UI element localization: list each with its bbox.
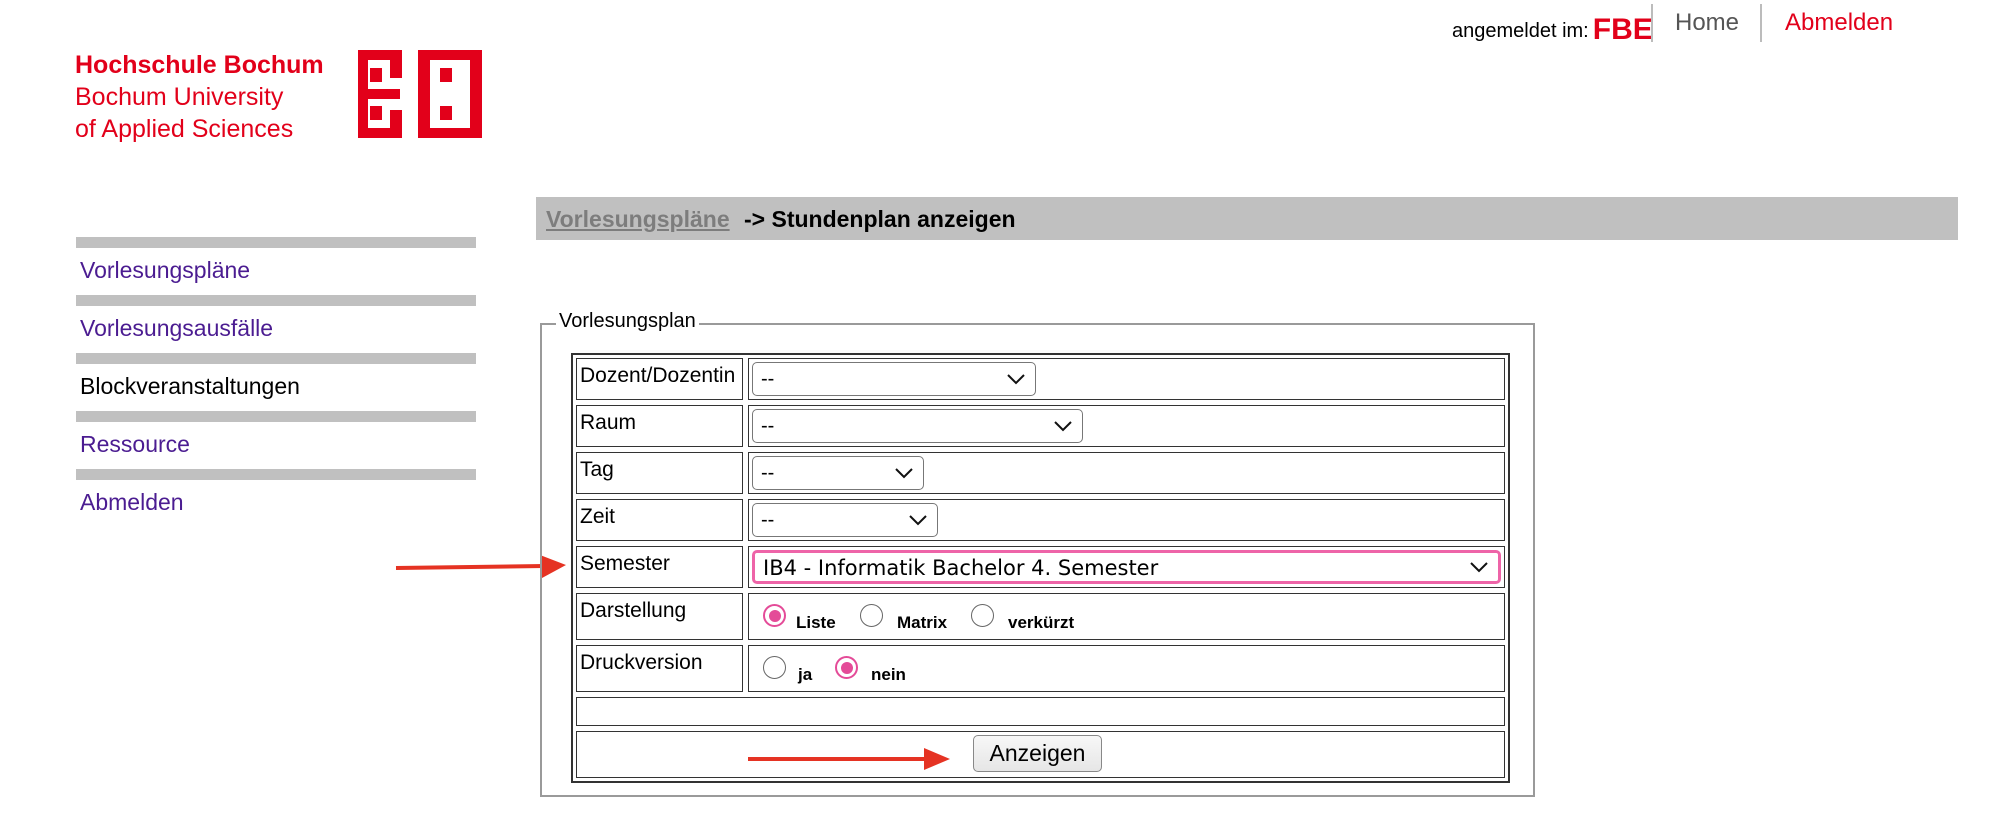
- radio-verkuerzt[interactable]: [971, 604, 994, 627]
- department-label: FBE: [1592, 13, 1653, 46]
- tag-select[interactable]: --: [752, 456, 924, 490]
- chevron-down-icon: [1470, 562, 1488, 573]
- dozent-label: Dozent/Dozentin: [576, 358, 743, 400]
- home-link[interactable]: Home: [1675, 9, 1739, 37]
- chevron-down-icon: [895, 468, 913, 479]
- radio-nein-label: nein: [871, 665, 906, 684]
- zeit-label: Zeit: [576, 499, 743, 541]
- zeit-select-value: --: [761, 509, 775, 531]
- semester-select[interactable]: IB4 - Informatik Bachelor 4. Semester: [752, 550, 1501, 584]
- breadcrumb: Vorlesungspläne -> Stundenplan anzeigen: [536, 197, 1958, 240]
- sidebar-separator: [76, 237, 476, 248]
- sidebar-separator: [76, 295, 476, 306]
- dozent-select[interactable]: --: [752, 362, 1036, 396]
- sidebar-item-abmelden[interactable]: Abmelden: [80, 489, 184, 516]
- radio-nein[interactable]: [835, 656, 858, 679]
- empty-row: [576, 697, 1505, 726]
- divider: [1760, 4, 1762, 42]
- sidebar-separator: [76, 469, 476, 480]
- raum-cell: --: [748, 405, 1505, 447]
- fieldset-legend: Vorlesungsplan: [556, 310, 699, 333]
- breadcrumb-current: -> Stundenplan anzeigen: [744, 206, 1016, 232]
- top-bar: angemeldet im: FBE Home Abmelden: [1452, 0, 2012, 46]
- logged-in-indicator: angemeldet im: FBE: [1452, 11, 1653, 46]
- logout-link[interactable]: Abmelden: [1785, 9, 1893, 37]
- sidebar-item-blockveranstaltungen[interactable]: Blockveranstaltungen: [80, 373, 300, 400]
- druckversion-label: Druckversion: [576, 645, 743, 692]
- radio-ja[interactable]: [763, 656, 786, 679]
- radio-matrix[interactable]: [860, 604, 883, 627]
- sidebar-item-vorlesungsausfaelle[interactable]: Vorlesungsausfälle: [80, 315, 273, 342]
- submit-row: Anzeigen: [576, 731, 1505, 778]
- breadcrumb-link-vorlesungsplaene[interactable]: Vorlesungspläne: [546, 206, 730, 233]
- dozent-select-value: --: [761, 368, 775, 390]
- dozent-cell: --: [748, 358, 1505, 400]
- semester-select-value: IB4 - Informatik Bachelor 4. Semester: [763, 556, 1159, 580]
- tag-label: Tag: [576, 452, 743, 494]
- sidebar-item-vorlesungsplaene[interactable]: Vorlesungspläne: [80, 257, 250, 284]
- zeit-select[interactable]: --: [752, 503, 938, 537]
- chevron-down-icon: [909, 515, 927, 526]
- lecture-plan-fieldset: Vorlesungsplan Dozent/Dozentin -- Raum -…: [540, 310, 1535, 797]
- radio-matrix-label: Matrix: [897, 613, 948, 632]
- university-logo-text: Hochschule Bochum Bochum University of A…: [75, 49, 324, 145]
- bo-logo-mark: [358, 50, 482, 138]
- darstellung-label: Darstellung: [576, 593, 743, 640]
- semester-cell: IB4 - Informatik Bachelor 4. Semester: [748, 546, 1505, 588]
- semester-label: Semester: [576, 546, 743, 588]
- druckversion-cell: ja nein: [748, 645, 1505, 692]
- logged-in-label: angemeldet im:: [1452, 20, 1589, 42]
- sidebar-separator: [76, 353, 476, 364]
- raum-select[interactable]: --: [752, 409, 1083, 443]
- sidebar-item-ressource[interactable]: Ressource: [80, 431, 190, 458]
- radio-ja-label: ja: [798, 665, 813, 684]
- raum-label: Raum: [576, 405, 743, 447]
- zeit-cell: --: [748, 499, 1505, 541]
- chevron-down-icon: [1054, 421, 1072, 432]
- tag-select-value: --: [761, 462, 775, 484]
- radio-liste[interactable]: [763, 604, 786, 627]
- logo-line-1: Hochschule Bochum: [75, 51, 324, 79]
- logo-line-2: Bochum University: [75, 83, 284, 111]
- sidebar-separator: [76, 411, 476, 422]
- chevron-down-icon: [1007, 374, 1025, 385]
- logo-line-3: of Applied Sciences: [75, 115, 294, 143]
- form-table: Dozent/Dozentin -- Raum -- Tag -- Zeit -…: [571, 353, 1510, 783]
- tag-cell: --: [748, 452, 1505, 494]
- raum-select-value: --: [761, 415, 775, 437]
- divider: [1651, 4, 1653, 42]
- anzeigen-button[interactable]: Anzeigen: [973, 735, 1102, 772]
- radio-verkuerzt-label: verkürzt: [1008, 613, 1075, 632]
- darstellung-cell: Liste Matrix verkürzt: [748, 593, 1505, 640]
- radio-liste-label: Liste: [796, 613, 836, 632]
